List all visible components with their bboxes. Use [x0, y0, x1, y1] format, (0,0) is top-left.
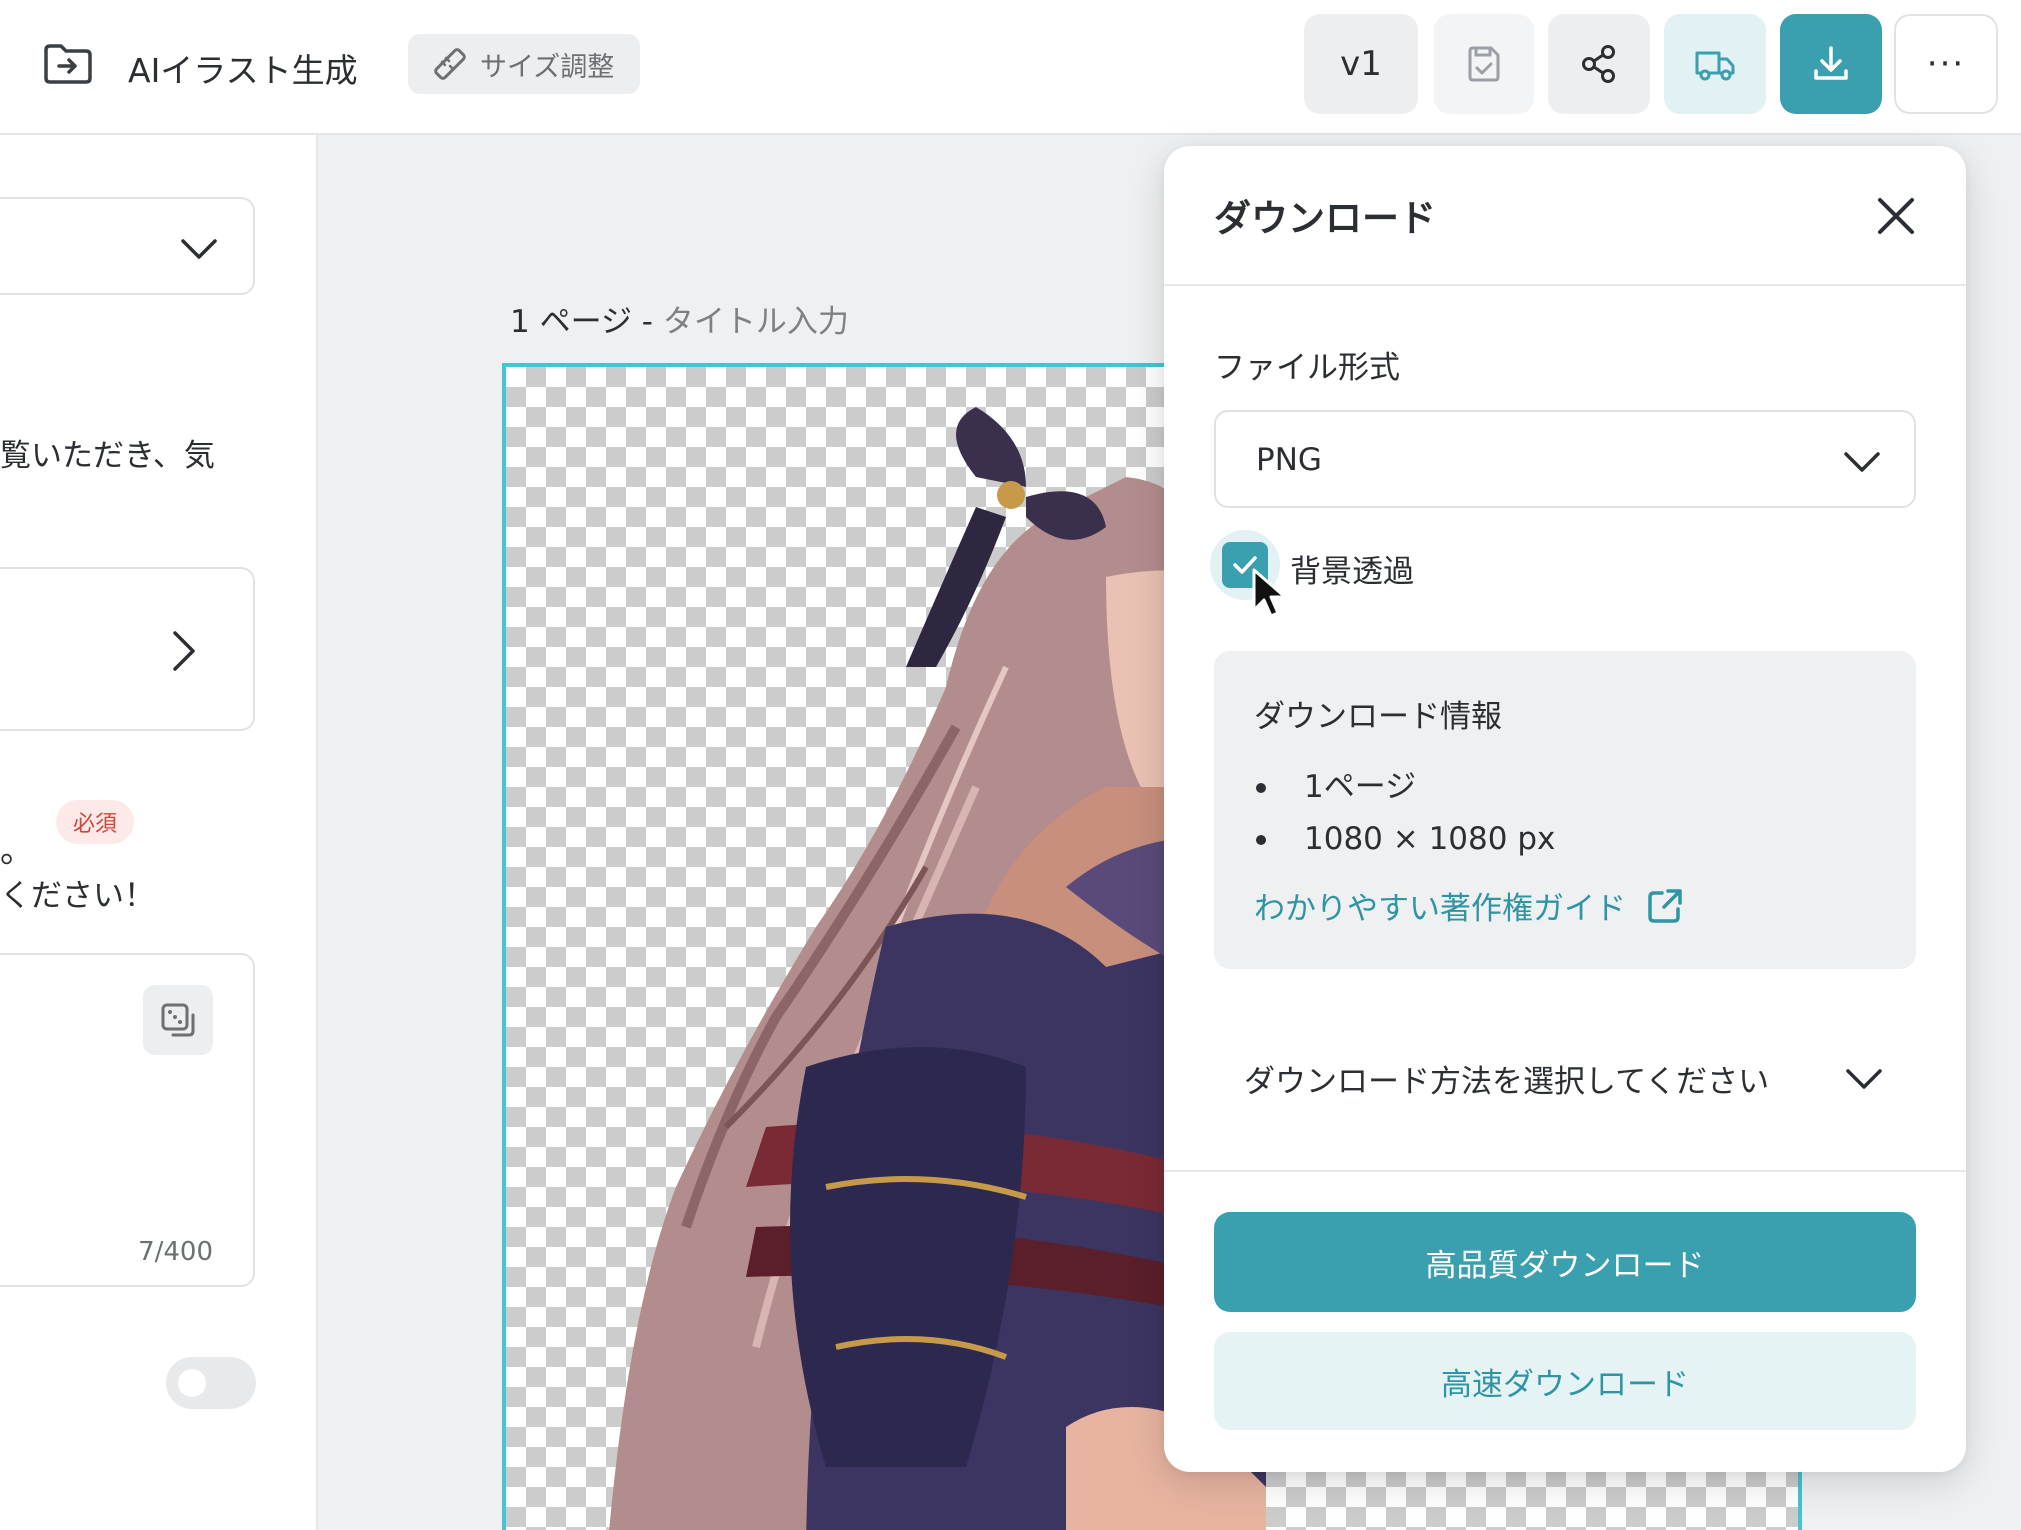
prompt-instruction: ください！: [0, 878, 155, 914]
chevron-down-icon: [1844, 452, 1880, 472]
file-format-select[interactable]: PNG: [1214, 410, 1916, 508]
external-link-icon: [1648, 888, 1682, 923]
download-method-label: ダウンロード方法を選択してください: [1244, 1063, 1770, 1100]
prompt-textarea[interactable]: 7/400: [0, 953, 255, 1287]
left-panel: 覧いただき、気 。 必須 ください！ 7/400: [0, 135, 318, 1530]
file-format-value: PNG: [1256, 442, 1322, 478]
info-page-count: 1ページ: [1254, 761, 1555, 813]
save-button[interactable]: [1434, 14, 1534, 114]
download-info-box: ダウンロード情報 1ページ 1080 × 1080 px わかりやすい著作権ガイ…: [1214, 651, 1916, 969]
transparent-background-label[interactable]: 背景透過: [1290, 546, 1414, 591]
random-prompt-button[interactable]: [143, 985, 213, 1055]
divider: [1164, 1170, 1966, 1172]
download-info-title: ダウンロード情報: [1254, 699, 1502, 735]
page-title-input[interactable]: タイトル入力: [663, 304, 849, 340]
more-options-button[interactable]: ···: [1894, 14, 1998, 114]
chevron-down-icon: [1846, 1069, 1882, 1089]
download-panel-title: ダウンロード: [1214, 197, 1436, 240]
label-period: 。: [0, 831, 34, 871]
fast-download-button[interactable]: 高速ダウンロード: [1214, 1332, 1916, 1430]
divider: [1164, 284, 1966, 286]
cursor-icon: [1252, 568, 1287, 618]
page-number: 1 ページ -: [510, 304, 663, 340]
info-dimensions: 1080 × 1080 px: [1254, 813, 1555, 865]
download-method-select[interactable]: ダウンロード方法を選択してください: [1244, 1048, 1884, 1108]
download-button[interactable]: [1780, 14, 1882, 114]
page-label: 1 ページ - タイトル入力: [510, 296, 849, 341]
resize-button-label: サイズ調整: [480, 51, 615, 83]
download-icon: [1814, 46, 1848, 80]
high-quality-download-button[interactable]: 高品質ダウンロード: [1214, 1212, 1916, 1312]
chevron-down-icon: [181, 239, 217, 259]
share-button[interactable]: [1548, 14, 1650, 114]
app-title: AIイラスト生成: [128, 51, 358, 90]
download-panel: ダウンロード ファイル形式 PNG 背景透過 ダウンロード情報 1ページ 108…: [1164, 146, 1966, 1472]
close-icon[interactable]: [1872, 192, 1920, 240]
top-bar: AIイラスト生成 サイズ調整 v1 ···: [0, 0, 2021, 135]
truck-icon: [1695, 51, 1735, 81]
download-info-list: 1ページ 1080 × 1080 px: [1254, 761, 1555, 865]
dice-icon: [161, 1003, 195, 1037]
copyright-guide-label: わかりやすい著作権ガイド: [1254, 891, 1626, 927]
description-text: 覧いただき、気: [0, 438, 215, 474]
delivery-button[interactable]: [1664, 14, 1766, 114]
copyright-guide-link[interactable]: わかりやすい著作権ガイド: [1254, 883, 1686, 928]
style-select[interactable]: [0, 197, 255, 295]
file-format-label: ファイル形式: [1214, 350, 1400, 386]
folder-export-icon[interactable]: [42, 42, 94, 86]
ruler-icon: [434, 48, 466, 80]
resize-button[interactable]: サイズ調整: [408, 34, 640, 94]
character-count: 7/400: [138, 1237, 213, 1267]
settings-card[interactable]: [0, 567, 255, 731]
version-button[interactable]: v1: [1304, 14, 1418, 114]
share-icon: [1582, 45, 1615, 83]
required-badge: 必須: [56, 800, 134, 844]
save-check-icon: [1468, 46, 1500, 82]
option-toggle[interactable]: [166, 1357, 256, 1409]
chevron-right-icon: [173, 631, 195, 671]
